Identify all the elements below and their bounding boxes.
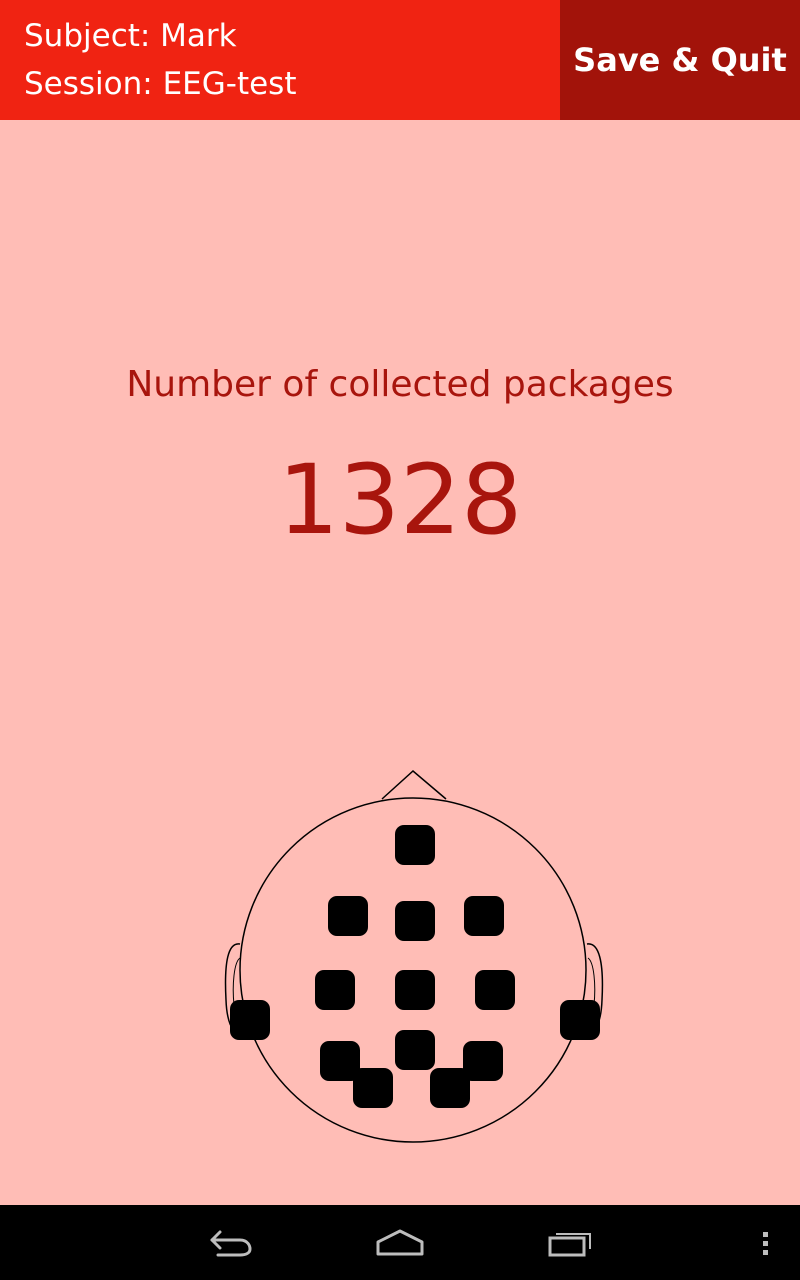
packages-count: 1328 [277, 444, 523, 556]
electrode [464, 896, 504, 936]
electrode [475, 970, 515, 1010]
electrode [430, 1068, 470, 1108]
left-ear-inner [232, 957, 241, 1006]
home-icon [376, 1229, 424, 1255]
electrode [395, 901, 435, 941]
nose-outline [381, 770, 447, 800]
top-bar: Subject: Mark Session: EEG-test Save & Q… [0, 0, 800, 120]
system-navigation-bar [0, 1205, 800, 1280]
session-info: Subject: Mark Session: EEG-test [24, 12, 297, 108]
electrode [328, 896, 368, 936]
electrode [230, 1000, 270, 1040]
eeg-head-diagram [224, 770, 604, 1143]
overflow-menu-icon [763, 1231, 768, 1255]
back-icon [210, 1230, 252, 1256]
back-button[interactable] [185, 1205, 275, 1280]
subject-label: Subject: Mark [24, 18, 237, 54]
save-quit-button[interactable]: Save & Quit [560, 0, 800, 120]
recent-apps-button[interactable] [526, 1205, 616, 1280]
packages-label: Number of collected packages [126, 364, 674, 405]
electrode [560, 1000, 600, 1040]
right-ear-inner [587, 957, 596, 1006]
menu-button[interactable] [720, 1205, 800, 1280]
session-label: Session: EEG-test [24, 66, 297, 102]
electrode [395, 970, 435, 1010]
electrode [395, 825, 435, 865]
electrode [315, 970, 355, 1010]
home-button[interactable] [355, 1205, 445, 1280]
electrode [353, 1068, 393, 1108]
electrode [395, 1030, 435, 1070]
main-content: Number of collected packages 1328 [0, 120, 800, 1205]
recent-apps-icon [548, 1232, 591, 1256]
